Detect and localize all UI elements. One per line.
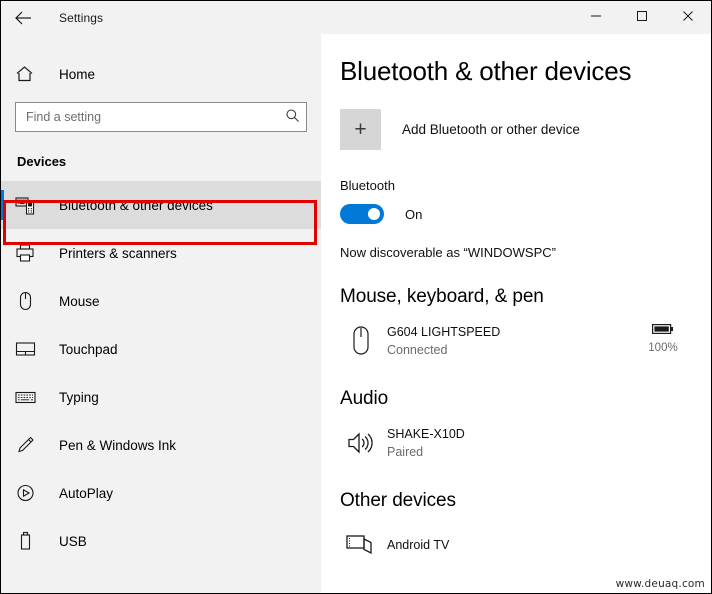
home-icon	[15, 65, 41, 83]
sidebar-item-home[interactable]: Home	[1, 54, 321, 94]
sidebar-item-typing[interactable]: Typing	[1, 373, 321, 421]
battery-percent: 100%	[648, 342, 678, 354]
add-device-label: Add Bluetooth or other device	[402, 122, 580, 137]
search-icon	[285, 108, 300, 126]
device-name: Android TV	[387, 538, 450, 552]
group-heading-audio: Audio	[340, 388, 389, 409]
sidebar-item-label: Pen & Windows Ink	[59, 437, 177, 453]
battery-full-icon	[652, 322, 674, 339]
window-controls	[573, 1, 711, 34]
bluetooth-toggle-state: On	[405, 206, 423, 222]
sidebar-item-mouse[interactable]: Mouse	[1, 277, 321, 325]
sidebar-item-touchpad[interactable]: Touchpad	[1, 325, 321, 373]
sidebar-item-usb[interactable]: USB	[1, 517, 321, 565]
battery-block: 100%	[640, 322, 686, 354]
sidebar-item-label: Touchpad	[59, 341, 118, 357]
search-box	[15, 102, 307, 132]
device-name: G604 LIGHTSPEED	[387, 325, 501, 339]
speaker-icon	[340, 430, 382, 456]
device-row[interactable]: G604 LIGHTSPEED Connected 100%	[340, 320, 692, 362]
printer-icon	[15, 243, 41, 263]
sidebar: Home Devices	[1, 34, 321, 593]
discoverable-text: Now discoverable as “WINDOWSPC”	[340, 245, 556, 260]
search-input[interactable]	[15, 102, 307, 132]
mouse-icon	[340, 325, 382, 357]
sidebar-item-label: Printers & scanners	[59, 245, 177, 261]
sidebar-item-bluetooth-other-devices[interactable]: Bluetooth & other devices	[1, 181, 321, 229]
close-button[interactable]	[665, 1, 711, 34]
mouse-icon	[15, 291, 41, 311]
minimize-icon	[590, 9, 602, 27]
touchpad-icon	[15, 339, 41, 359]
maximize-icon	[636, 9, 648, 27]
sidebar-item-label: Typing	[59, 389, 99, 405]
sidebar-item-label: Mouse	[59, 293, 100, 309]
plus-glyph: +	[354, 118, 367, 141]
maximize-button[interactable]	[619, 1, 665, 34]
sidebar-item-label: USB	[59, 533, 87, 549]
device-row[interactable]: Android TV	[340, 524, 692, 566]
sidebar-home-label: Home	[59, 66, 96, 82]
title-bar: Settings	[1, 1, 711, 34]
sidebar-category-heading: Devices	[17, 154, 67, 169]
device-row[interactable]: SHAKE-X10D Paired	[340, 422, 692, 464]
group-heading-mouse-keyboard-pen: Mouse, keyboard, & pen	[340, 286, 544, 307]
device-text: Android TV	[387, 536, 449, 554]
sidebar-item-label: Bluetooth & other devices	[59, 197, 213, 213]
usb-icon	[15, 531, 41, 551]
pen-icon	[15, 435, 41, 455]
toggle-knob	[368, 208, 380, 220]
bluetooth-toggle[interactable]	[340, 204, 384, 224]
minimize-button[interactable]	[573, 1, 619, 34]
watermark: www.deuaq.com	[615, 578, 705, 590]
keyboard-icon	[15, 387, 41, 407]
device-status: Paired	[387, 445, 424, 459]
plus-icon: +	[340, 109, 381, 150]
autoplay-icon	[15, 483, 41, 503]
close-icon	[682, 9, 694, 27]
app-title: Settings	[59, 10, 104, 25]
device-status: Connected	[387, 343, 448, 357]
sidebar-item-pen-windows-ink[interactable]: Pen & Windows Ink	[1, 421, 321, 469]
back-arrow-icon	[14, 11, 32, 25]
main-content: Bluetooth & other devices + Add Bluetoot…	[321, 34, 711, 593]
settings-window: Settings Home Find a setting Devices Blu…	[0, 0, 712, 594]
bluetooth-toggle-row: On	[340, 204, 711, 224]
device-text: G604 LIGHTSPEED Connected	[387, 323, 500, 359]
search-button[interactable]	[278, 103, 306, 131]
device-name: SHAKE-X10D	[387, 427, 465, 441]
tv-icon	[340, 533, 382, 557]
title-bar-left: Settings	[1, 1, 103, 34]
device-text: SHAKE-X10D Paired	[387, 425, 465, 461]
add-bluetooth-device-button[interactable]: + Add Bluetooth or other device	[340, 109, 610, 150]
back-button[interactable]	[1, 1, 45, 34]
bluetooth-section-label: Bluetooth	[340, 178, 395, 193]
bluetooth-devices-icon	[15, 195, 41, 215]
sidebar-item-printers-scanners[interactable]: Printers & scanners	[1, 229, 321, 277]
sidebar-item-autoplay[interactable]: AutoPlay	[1, 469, 321, 517]
sidebar-nav-list: Bluetooth & other devices Printers & sca…	[1, 181, 321, 565]
sidebar-item-label: AutoPlay	[59, 485, 114, 501]
group-heading-other-devices: Other devices	[340, 490, 456, 511]
page-title: Bluetooth & other devices	[340, 56, 632, 86]
